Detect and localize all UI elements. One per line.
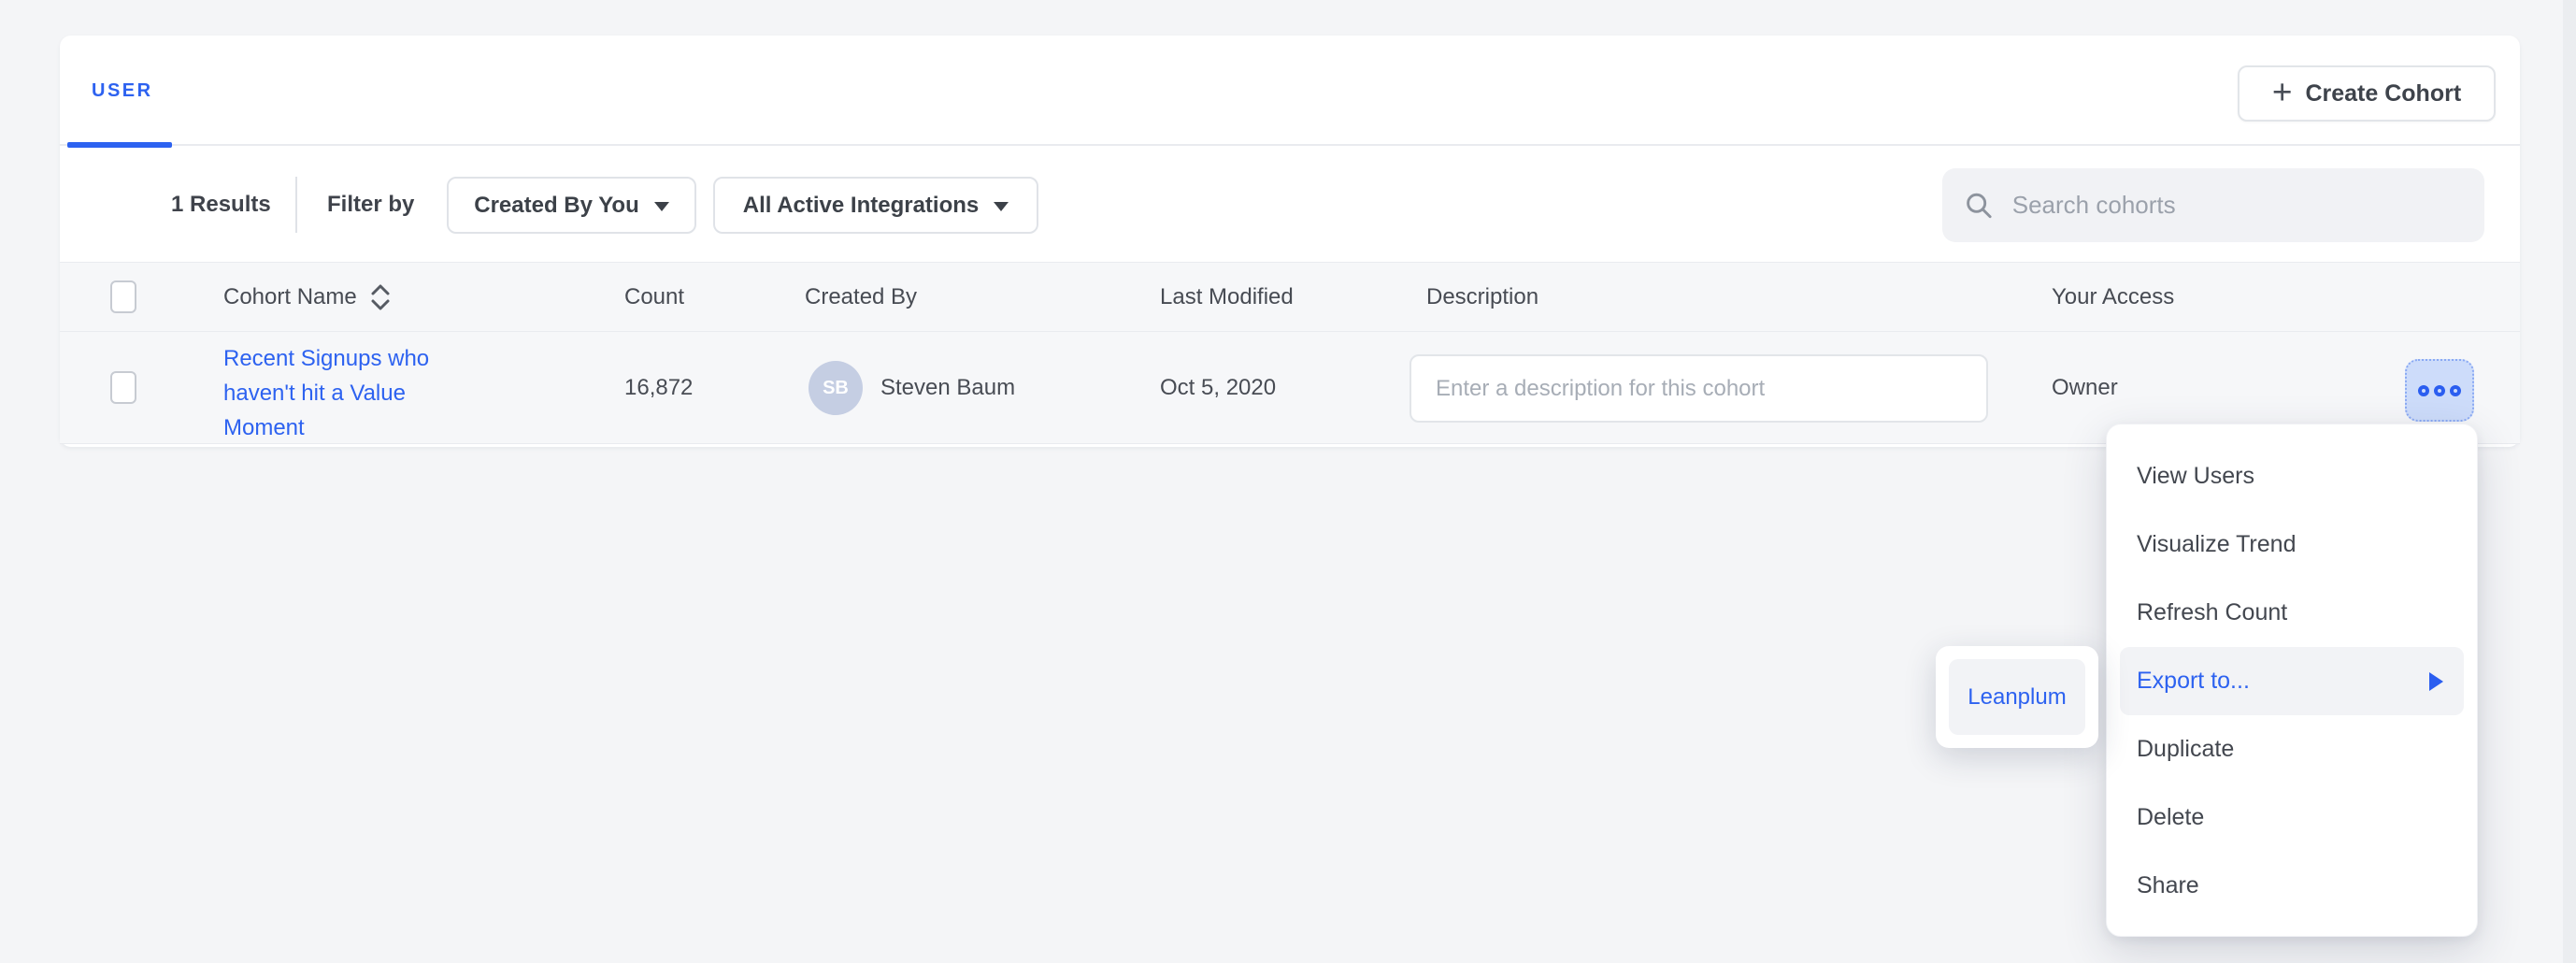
- menu-item-share[interactable]: Share: [2107, 852, 2477, 920]
- sort-icon[interactable]: [368, 281, 393, 313]
- created-by-dropdown-label: Created By You: [474, 193, 639, 219]
- filter-bar: 1 Results Filter by Created By You All A…: [60, 146, 2520, 263]
- last-modified-date: Oct 5, 2020: [1160, 332, 1276, 443]
- row-actions-kebab-button[interactable]: [2405, 359, 2474, 422]
- column-header-your-access: Your Access: [2052, 263, 2174, 331]
- menu-item-delete[interactable]: Delete: [2107, 783, 2477, 852]
- cohort-name-link[interactable]: Recent Signups who haven't hit a Value M…: [223, 341, 459, 445]
- column-header-cohort-name[interactable]: Cohort Name: [223, 263, 393, 331]
- kebab-dot: [2418, 385, 2429, 396]
- submenu-arrow-icon: [2429, 672, 2443, 691]
- menu-item-export-to[interactable]: Export to...: [2120, 647, 2464, 715]
- row-actions-menu: View Users Visualize Trend Refresh Count…: [2106, 424, 2478, 937]
- menu-item-duplicate[interactable]: Duplicate: [2107, 715, 2477, 783]
- integrations-dropdown[interactable]: All Active Integrations: [713, 177, 1038, 234]
- tab-user[interactable]: USER: [67, 36, 178, 146]
- submenu-item-leanplum[interactable]: Leanplum: [1949, 659, 2085, 735]
- menu-item-refresh-count[interactable]: Refresh Count: [2107, 579, 2477, 647]
- column-header-count: Count: [624, 263, 684, 331]
- results-count: 1 Results: [171, 146, 271, 263]
- cohort-name-header-label: Cohort Name: [223, 284, 357, 310]
- cohorts-panel: USER + Create Cohort 1 Results Filter by…: [60, 36, 2520, 447]
- access-value: Owner: [2052, 332, 2118, 443]
- kebab-dot: [2434, 385, 2445, 396]
- filter-by-label: Filter by: [327, 146, 414, 263]
- table-header-row: Cohort Name Count Created By Last Modifi…: [60, 263, 2520, 332]
- column-header-description: Description: [1426, 263, 1538, 331]
- avatar: SB: [809, 361, 863, 415]
- create-cohort-button[interactable]: + Create Cohort: [2238, 65, 2496, 122]
- description-input[interactable]: [1410, 354, 1988, 423]
- column-header-created-by: Created By: [805, 263, 917, 331]
- divider: [295, 177, 297, 233]
- select-all-checkbox[interactable]: [110, 280, 136, 313]
- search-box: [1942, 168, 2484, 242]
- search-input[interactable]: [2012, 191, 2462, 220]
- creator-name: Steven Baum: [880, 332, 1015, 443]
- tab-bar: USER + Create Cohort: [60, 36, 2520, 146]
- menu-item-view-users[interactable]: View Users: [2107, 442, 2477, 510]
- kebab-dot: [2450, 385, 2461, 396]
- integrations-dropdown-label: All Active Integrations: [743, 193, 980, 219]
- export-submenu: Leanplum: [1936, 646, 2098, 748]
- export-to-label: Export to...: [2137, 668, 2250, 695]
- column-header-last-modified: Last Modified: [1160, 263, 1294, 331]
- chevron-down-icon: [654, 202, 669, 211]
- chevron-down-icon: [994, 202, 1009, 211]
- tab-user-label: USER: [92, 80, 153, 102]
- search-icon: [1965, 190, 1994, 222]
- plus-icon: +: [2272, 75, 2293, 109]
- create-cohort-label: Create Cohort: [2305, 80, 2461, 108]
- cohort-count: 16,872: [624, 332, 693, 443]
- page-scroll-strip: [2563, 0, 2576, 963]
- row-checkbox[interactable]: [110, 371, 136, 404]
- menu-item-visualize-trend[interactable]: Visualize Trend: [2107, 510, 2477, 579]
- created-by-dropdown[interactable]: Created By You: [447, 177, 696, 234]
